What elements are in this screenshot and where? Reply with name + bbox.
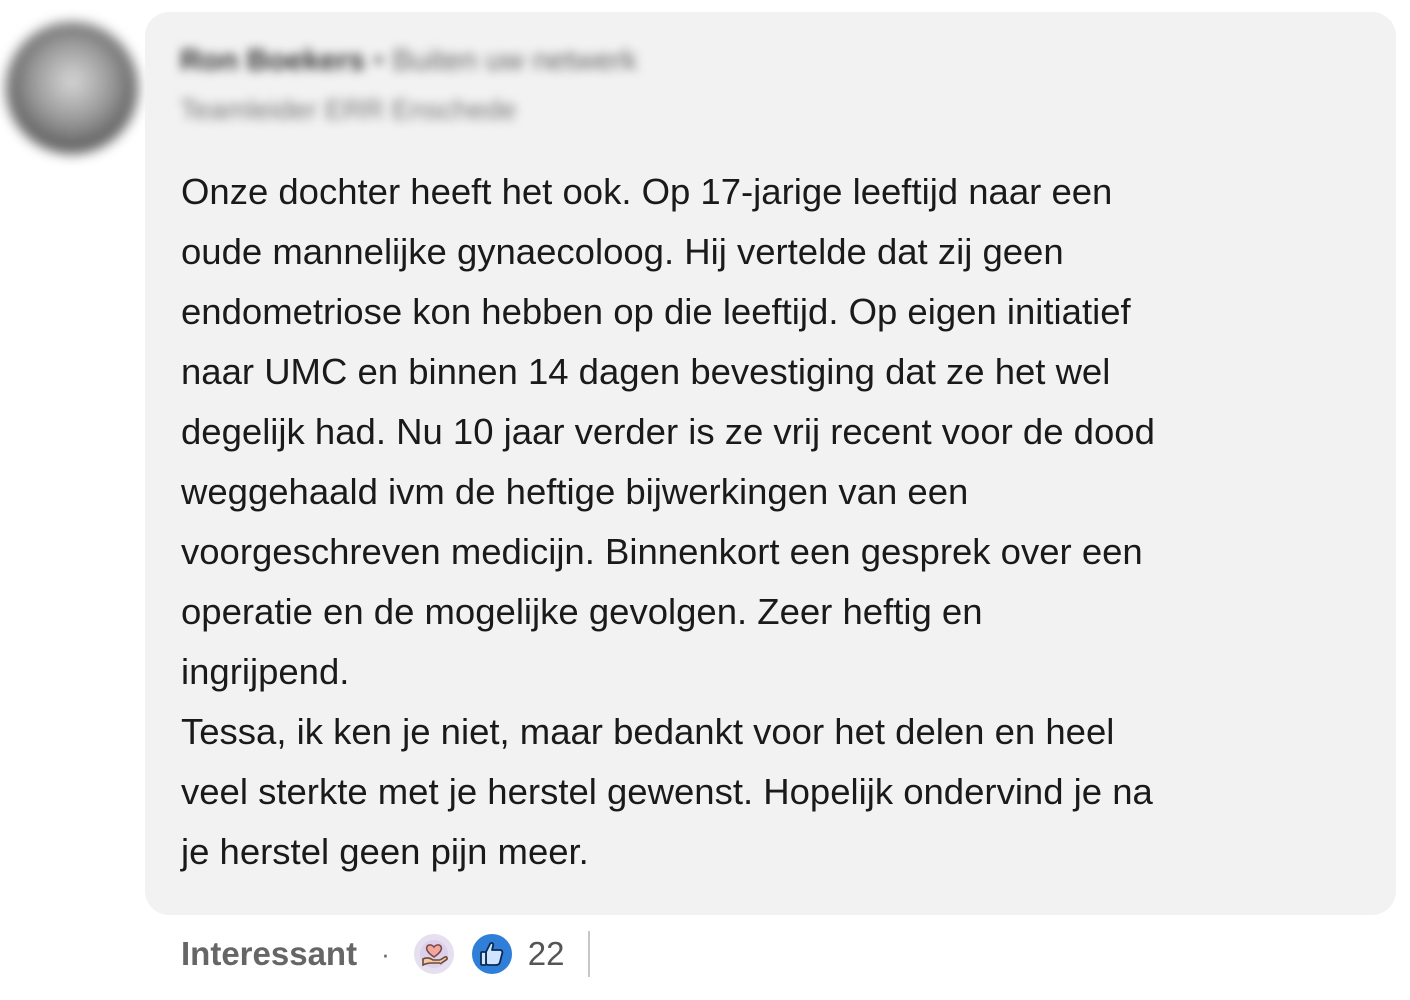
comment-line: oude mannelijke gynaecoloog. Hij verteld…	[181, 231, 1064, 272]
like-icon	[469, 932, 514, 976]
comment-actions: Interessant · 22	[181, 928, 591, 980]
comment-line: operatie en de mogelijke gevolgen. Zeer …	[181, 591, 983, 632]
author-separator: •	[373, 44, 384, 77]
reaction-count[interactable]: 22	[528, 935, 565, 973]
comment-text: Onze dochter heeft het ook. Op 17-jarige…	[181, 162, 1371, 882]
comment-line: veel sterkte met je herstel gewenst. Hop…	[181, 771, 1153, 812]
comment-line: voorgeschreven medicijn. Binnenkort een …	[181, 531, 1143, 572]
react-button[interactable]: Interessant	[181, 935, 357, 973]
comment-line: Tessa, ik ken je niet, maar bedankt voor…	[181, 711, 1115, 752]
comment-line: je herstel geen pijn meer.	[181, 831, 589, 872]
comment-line: degelijk had. Nu 10 jaar verder is ze vr…	[181, 411, 1155, 452]
comment-line: naar UMC en binnen 14 dagen bevestiging …	[181, 351, 1111, 392]
author-name[interactable]: Ron Boekers	[180, 44, 365, 77]
insightful-icon	[411, 932, 456, 976]
author-network: Buiten uw netwerk	[392, 44, 638, 77]
comment-line: ingrijpend.	[181, 651, 350, 692]
avatar[interactable]	[6, 22, 138, 154]
divider	[588, 931, 591, 977]
comment-container: Ron Boekers • Buiten uw netwerk Teamleid…	[0, 0, 1410, 1000]
author-title: Teamleider ERR Enschede	[180, 94, 517, 125]
comment-line: Onze dochter heeft het ook. Op 17-jarige…	[181, 171, 1113, 212]
comment-line: endometriose kon hebben op die leeftijd.…	[181, 291, 1131, 332]
reaction-summary[interactable]	[411, 932, 514, 976]
separator-dot: ·	[381, 938, 390, 969]
comment-line: weggehaald ivm de heftige bijwerkingen v…	[181, 471, 969, 512]
author-line[interactable]: Ron Boekers • Buiten uw netwerk	[180, 44, 637, 78]
